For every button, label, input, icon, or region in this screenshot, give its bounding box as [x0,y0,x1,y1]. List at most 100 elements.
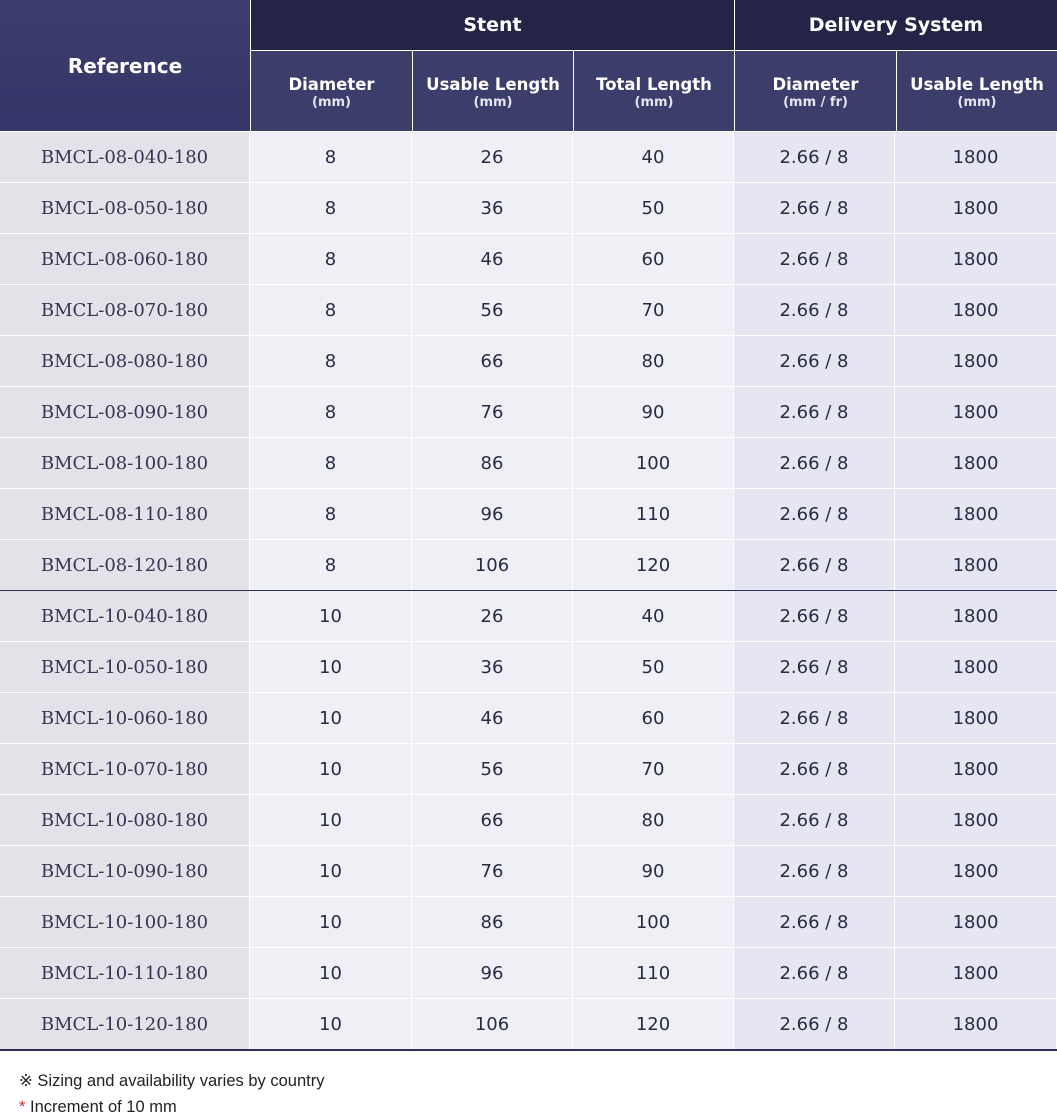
cell-stent-diameter: 10 [250,948,412,998]
cell-delivery-diameter: 2.66 / 8 [734,540,895,590]
cell-stent-diameter: 8 [250,285,412,335]
header-column-label: Diameter [772,75,859,94]
spec-table: Reference Stent Delivery System Diameter… [0,0,1057,1051]
header-column-unit: (mm) [473,95,513,110]
cell-usable-length: 66 [412,795,573,845]
cell-stent-diameter: 10 [250,744,412,794]
cell-usable-length: 46 [412,693,573,743]
table-row: BMCL-08-120-180 8 106 120 2.66 / 8 1800 [0,540,1057,591]
table-row: BMCL-08-070-180 8 56 70 2.66 / 8 1800 [0,285,1057,336]
cell-usable-length: 76 [412,387,573,437]
cell-reference: BMCL-08-070-180 [0,285,250,335]
cell-delivery-usable-length: 1800 [895,336,1056,386]
cell-reference: BMCL-10-100-180 [0,897,250,947]
cell-stent-diameter: 8 [250,540,412,590]
table-body: BMCL-08-040-180 8 26 40 2.66 / 8 1800 BMCL-08-… [0,132,1057,1051]
cell-usable-length: 26 [412,591,573,641]
cell-delivery-diameter: 2.66 / 8 [734,132,895,182]
cell-reference: BMCL-08-110-180 [0,489,250,539]
table-row: BMCL-10-060-180 10 46 60 2.66 / 8 1800 [0,693,1057,744]
cell-usable-length: 86 [412,438,573,488]
header-delivery-usable-length: Usable Length (mm) [897,51,1057,131]
cell-usable-length: 56 [412,285,573,335]
cell-total-length: 80 [573,336,734,386]
cell-stent-diameter: 10 [250,642,412,692]
cell-reference: BMCL-08-100-180 [0,438,250,488]
cell-delivery-usable-length: 1800 [895,132,1056,182]
increment-text: Increment of 10 mm [25,1098,177,1116]
cell-total-length: 60 [573,693,734,743]
cell-delivery-usable-length: 1800 [895,183,1056,233]
cell-delivery-diameter: 2.66 / 8 [734,387,895,437]
cell-reference: BMCL-10-040-180 [0,591,250,641]
table-row: BMCL-10-090-180 10 76 90 2.66 / 8 1800 [0,846,1057,897]
cell-usable-length: 106 [412,999,573,1049]
cell-total-length: 110 [573,489,734,539]
cell-delivery-usable-length: 1800 [895,438,1056,488]
cell-delivery-usable-length: 1800 [895,744,1056,794]
cell-delivery-diameter: 2.66 / 8 [734,897,895,947]
cell-delivery-diameter: 2.66 / 8 [734,234,895,284]
cell-usable-length: 66 [412,336,573,386]
table-row: BMCL-08-040-180 8 26 40 2.66 / 8 1800 [0,132,1057,183]
increment-note: * Increment of 10 mm [19,1094,324,1120]
cell-delivery-usable-length: 1800 [895,591,1056,641]
cell-usable-length: 86 [412,897,573,947]
cell-reference: BMCL-10-120-180 [0,999,250,1049]
cell-stent-diameter: 8 [250,387,412,437]
cell-total-length: 100 [573,897,734,947]
table-row: BMCL-10-040-180 10 26 40 2.66 / 8 1800 [0,591,1057,642]
cell-delivery-diameter: 2.66 / 8 [734,285,895,335]
cell-delivery-usable-length: 1800 [895,489,1056,539]
cell-reference: BMCL-08-120-180 [0,540,250,590]
cell-stent-diameter: 10 [250,846,412,896]
cell-total-length: 70 [573,285,734,335]
cell-total-length: 50 [573,183,734,233]
cell-stent-diameter: 8 [250,336,412,386]
header-divider [734,0,735,131]
cell-delivery-usable-length: 1800 [895,948,1056,998]
cell-delivery-usable-length: 1800 [895,999,1056,1049]
cell-total-length: 100 [573,438,734,488]
cell-stent-diameter: 8 [250,132,412,182]
cell-delivery-diameter: 2.66 / 8 [734,438,895,488]
table-row: BMCL-08-060-180 8 46 60 2.66 / 8 1800 [0,234,1057,285]
cell-stent-diameter: 8 [250,489,412,539]
cell-delivery-diameter: 2.66 / 8 [734,846,895,896]
header-column-label: Usable Length [910,75,1044,94]
table-row: BMCL-10-110-180 10 96 110 2.66 / 8 1800 [0,948,1057,999]
table-row: BMCL-08-090-180 8 76 90 2.66 / 8 1800 [0,387,1057,438]
table-row: BMCL-08-080-180 8 66 80 2.66 / 8 1800 [0,336,1057,387]
cell-usable-length: 76 [412,846,573,896]
table-header: Reference Stent Delivery System Diameter… [0,0,1057,131]
cell-reference: BMCL-08-090-180 [0,387,250,437]
cell-total-length: 80 [573,795,734,845]
cell-reference: BMCL-10-090-180 [0,846,250,896]
cell-total-length: 50 [573,642,734,692]
cell-stent-diameter: 8 [250,234,412,284]
table-row: BMCL-08-100-180 8 86 100 2.66 / 8 1800 [0,438,1057,489]
cell-delivery-diameter: 2.66 / 8 [734,999,895,1049]
cell-total-length: 110 [573,948,734,998]
header-stent-diameter: Diameter (mm) [251,51,412,131]
cell-stent-diameter: 8 [250,183,412,233]
table-row: BMCL-08-050-180 8 36 50 2.66 / 8 1800 [0,183,1057,234]
table-row: BMCL-10-100-180 10 86 100 2.66 / 8 1800 [0,897,1057,948]
cell-usable-length: 26 [412,132,573,182]
cell-delivery-diameter: 2.66 / 8 [734,744,895,794]
header-stent-label: Stent [463,14,522,36]
cell-delivery-diameter: 2.66 / 8 [734,489,895,539]
cell-usable-length: 56 [412,744,573,794]
cell-stent-diameter: 10 [250,693,412,743]
availability-note: ※ Sizing and availability varies by coun… [19,1072,325,1090]
header-delivery-label: Delivery System [808,14,984,36]
table-row: BMCL-10-080-180 10 66 80 2.66 / 8 1800 [0,795,1057,846]
cell-stent-diameter: 10 [250,897,412,947]
header-column-unit: (mm) [634,95,674,110]
cell-usable-length: 36 [412,183,573,233]
cell-delivery-diameter: 2.66 / 8 [734,336,895,386]
cell-total-length: 120 [573,999,734,1049]
cell-delivery-usable-length: 1800 [895,642,1056,692]
header-column-unit: (mm) [957,95,997,110]
header-column-unit: (mm / fr) [783,95,848,110]
